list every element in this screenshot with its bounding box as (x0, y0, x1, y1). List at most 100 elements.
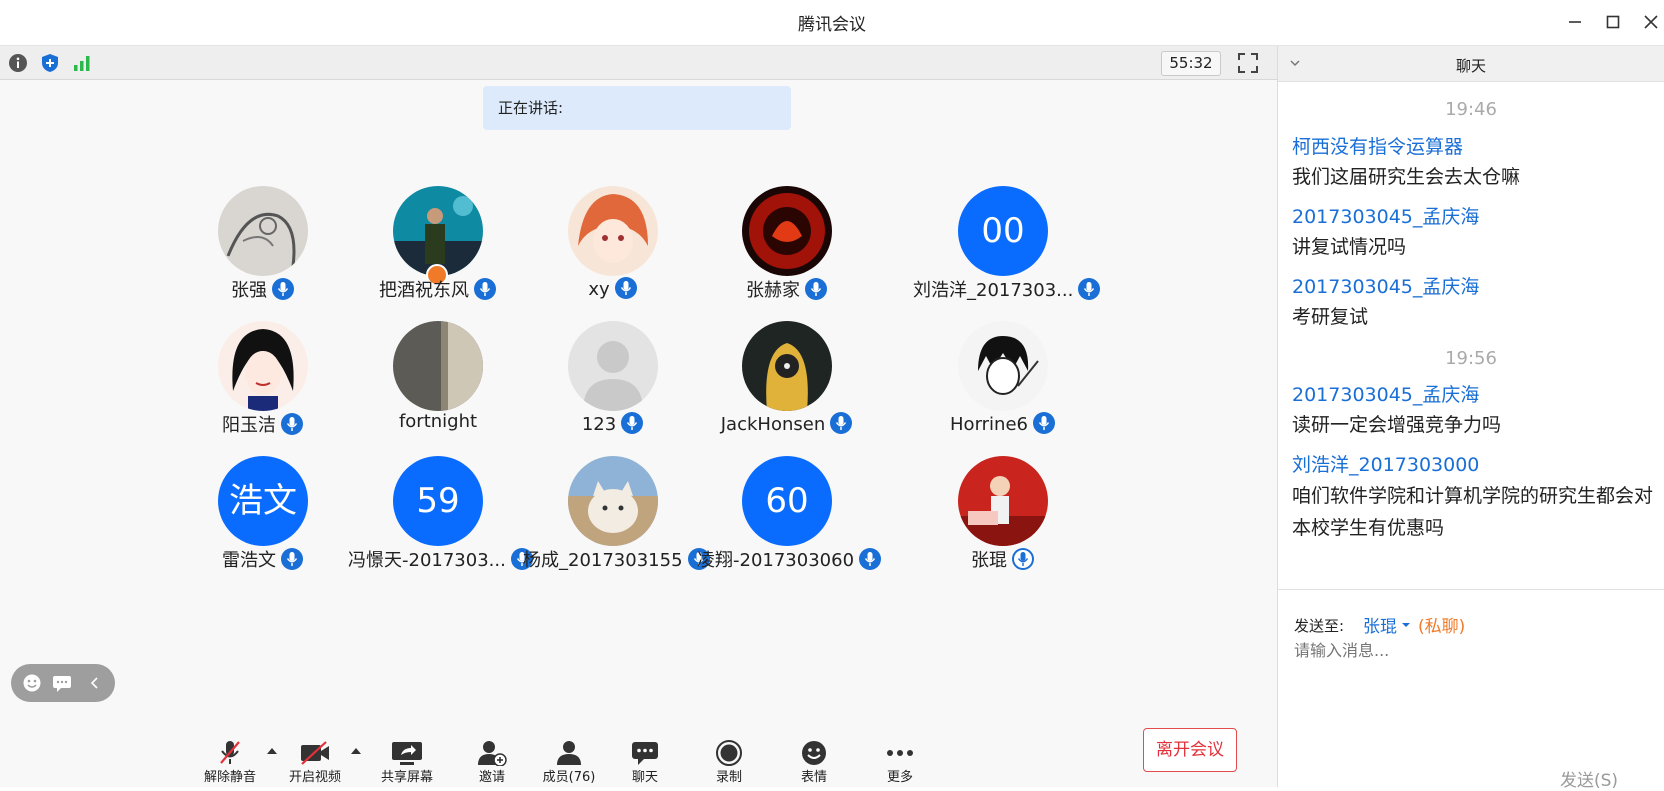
participant-tile[interactable]: 59 冯憬天-2017303... (348, 456, 533, 581)
signal-bars-icon[interactable] (72, 53, 92, 73)
microphone-icon (1032, 412, 1055, 434)
message-sender[interactable]: 2017303045_孟庆海 (1292, 202, 1479, 229)
private-chat-label: (私聊) (1418, 617, 1466, 637)
participant-avatar (218, 186, 308, 276)
participant-avatar (958, 456, 1048, 546)
participant-avatar (393, 321, 483, 411)
record-button[interactable]: 录制 (697, 726, 761, 786)
microphone-icon (281, 548, 303, 570)
participant-name: JackHonsen (720, 414, 826, 435)
participant-name-row: 把酒祝东风 (348, 276, 528, 302)
microphone-icon (859, 548, 882, 570)
message-bubble-icon[interactable] (52, 673, 72, 693)
emoji-button[interactable]: 表情 (782, 726, 846, 786)
invite-label: 邀请 (478, 770, 505, 785)
participant-tile[interactable]: Horrine6 (913, 321, 1093, 446)
participant-name-row: 阳玉洁 (173, 411, 353, 437)
send-button[interactable]: 发送(S) (1560, 766, 1618, 791)
recipient-dropdown[interactable]: 张琨 (1363, 612, 1411, 637)
participant-avatar: 59 (393, 456, 483, 546)
participant-name: 张强 (231, 280, 267, 301)
message-text: 咱们软件学院和计算机学院的研究生都会对本校学生有优惠吗 (1292, 485, 1654, 539)
participant-avatar: 浩文 (218, 456, 308, 546)
message-sender[interactable]: 柯西没有指令运算器 (1292, 132, 1463, 159)
participant-name: 冯憬天-2017303... (348, 550, 506, 571)
chat-button[interactable]: 聊天 (613, 726, 677, 786)
participant-name-row: 张琨 (913, 546, 1093, 572)
participant-name: 123 (581, 414, 617, 435)
message-sender[interactable]: 刘浩洋_2017303000 (1292, 450, 1479, 477)
participant-tile[interactable]: 00 刘浩洋_2017303... (913, 186, 1101, 311)
microphone-icon (272, 278, 294, 300)
message-sender[interactable]: 2017303045_孟庆海 (1292, 272, 1479, 299)
participant-tile[interactable]: 浩文 雷浩文 (173, 456, 353, 581)
microphone-icon (1078, 278, 1101, 300)
participant-tile[interactable]: 杨成_2017303155 (523, 456, 710, 581)
participant-name: xy (588, 279, 610, 300)
participant-tile[interactable]: 把酒祝东风 (348, 186, 528, 311)
microphone-icon (614, 277, 637, 299)
leave-meeting-button[interactable]: 离开会议 (1143, 728, 1237, 772)
record-label: 录制 (715, 770, 742, 785)
participant-name-row: 凌翔-2017303060 (697, 546, 882, 572)
chat-message-list[interactable]: 19:46 柯西没有指令运算器 我们这届研究生会去太仓嘛 2017303045_… (1278, 82, 1664, 627)
microphone-icon (830, 412, 853, 434)
more-button[interactable]: 更多 (868, 726, 932, 786)
participant-name-row: fortnight (348, 411, 528, 432)
close-window-button[interactable] (1636, 8, 1664, 36)
share-screen-button[interactable]: 共享屏幕 (375, 726, 439, 786)
message-timestamp: 19:56 (1445, 348, 1497, 369)
members-button[interactable]: 成员(76) (537, 726, 601, 786)
chat-header: 聊天 (1278, 46, 1664, 82)
invite-button[interactable]: 邀请 (460, 726, 524, 786)
message-input[interactable] (1292, 640, 1646, 661)
participant-avatar (568, 321, 658, 411)
participant-avatar (742, 186, 832, 276)
participant-tile[interactable]: 阳玉洁 (173, 321, 353, 446)
info-icon[interactable] (8, 53, 28, 73)
participant-avatar (218, 321, 308, 411)
fullscreen-icon[interactable] (1237, 52, 1259, 74)
participant-tile[interactable]: 60 凌翔-2017303060 (697, 456, 882, 581)
meeting-info-bar: 55:32 (0, 46, 1277, 80)
share-screen-icon (392, 742, 422, 765)
emoji-icon[interactable] (22, 673, 42, 693)
participant-name: 刘浩洋_2017303... (913, 280, 1074, 301)
participant-tile[interactable]: 张强 (173, 186, 353, 311)
microphone-icon (805, 278, 827, 300)
participant-tile[interactable]: fortnight (348, 321, 528, 446)
minimize-button[interactable] (1560, 8, 1590, 36)
maximize-button[interactable] (1598, 8, 1628, 36)
shield-icon[interactable] (40, 53, 60, 73)
more-label: 更多 (886, 770, 913, 785)
participant-tile[interactable]: 张赫家 (697, 186, 877, 311)
caret-up-icon[interactable] (266, 746, 278, 756)
participant-name-row: 123 (523, 411, 703, 435)
participant-tile[interactable]: 张琨 (913, 456, 1093, 581)
share-screen-label: 共享屏幕 (380, 770, 433, 785)
chevron-left-icon[interactable] (85, 673, 105, 693)
caret-up-icon[interactable] (350, 746, 362, 756)
participant-avatar: 00 (958, 186, 1048, 276)
chat-icon (632, 742, 658, 765)
record-icon (716, 740, 742, 766)
chat-title: 聊天 (1455, 57, 1486, 75)
message-text: 考研复试 (1292, 306, 1369, 328)
add-user-icon (478, 741, 507, 766)
window-title: 腾讯会议 (798, 15, 866, 35)
microphone-icon (621, 412, 644, 434)
start-video-button[interactable]: 开启视频 (283, 726, 347, 786)
participant-tile[interactable]: JackHonsen (697, 321, 877, 446)
message-timestamp: 19:46 (1445, 99, 1497, 120)
participant-name: 杨成_2017303155 (523, 550, 683, 571)
participant-tile[interactable]: 123 (523, 321, 703, 446)
message-sender[interactable]: 2017303045_孟庆海 (1292, 380, 1479, 407)
participant-name: 雷浩文 (222, 550, 276, 571)
participant-tile[interactable]: xy (523, 186, 703, 311)
participant-avatar (958, 321, 1048, 411)
unmute-button[interactable]: 解除静音 (198, 726, 262, 786)
caret-down-icon (1402, 623, 1410, 627)
message-text: 读研一定会增强竞争力吗 (1292, 414, 1502, 436)
emoji-label: 表情 (800, 770, 827, 785)
more-icon (887, 750, 913, 756)
